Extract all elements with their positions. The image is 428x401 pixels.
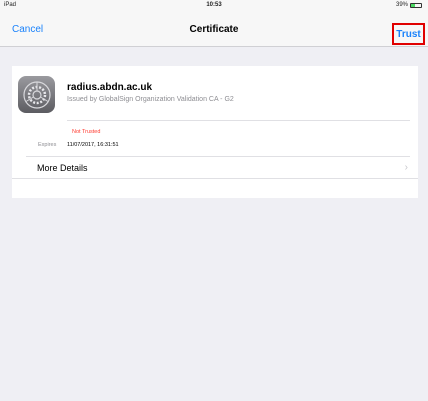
battery-fill — [411, 3, 415, 7]
trust-button[interactable]: Trust — [392, 23, 425, 45]
expires-label: Expires — [38, 142, 57, 148]
screen: iPad 10:53 39% Cancel Certificate Trust — [0, 0, 428, 401]
certificate-name: radius.abdn.ac.uk — [67, 82, 153, 93]
battery-status: 39% — [396, 2, 422, 8]
divider — [26, 156, 410, 157]
expires-value: 11/07/2017, 16:31:51 — [67, 142, 119, 148]
status-bar: iPad 10:53 39% — [0, 0, 428, 12]
certificate-card: radius.abdn.ac.uk Issued by GlobalSign O… — [12, 66, 418, 198]
chevron-right-icon[interactable]: › — [405, 162, 408, 173]
divider — [12, 178, 418, 179]
battery-percent: 39% — [395, 2, 408, 8]
content-panel: radius.abdn.ac.uk Issued by GlobalSign O… — [12, 62, 418, 401]
divider — [67, 120, 410, 121]
settings-gear-icon — [18, 76, 55, 113]
more-details-row[interactable]: More Details — [37, 163, 88, 173]
status-time: 10:53 — [206, 2, 222, 8]
page-title: Certificate — [189, 24, 239, 35]
battery-icon — [410, 2, 422, 8]
navigation-bar: Cancel Certificate Trust — [0, 12, 428, 47]
trust-status: Not Trusted — [72, 129, 101, 135]
certificate-issuer: Issued by GlobalSign Organization Valida… — [67, 96, 234, 103]
